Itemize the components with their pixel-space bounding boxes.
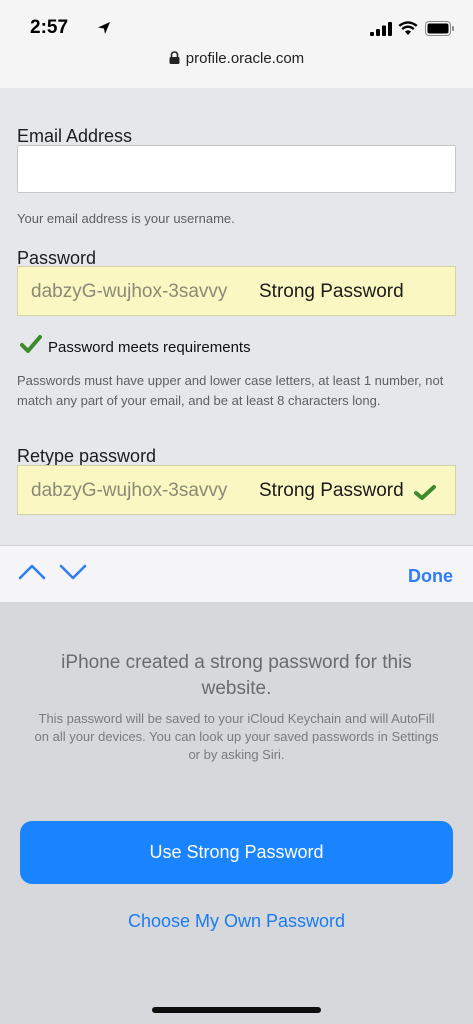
location-arrow-icon xyxy=(98,22,110,34)
password-help-text: Passwords must have upper and lower case… xyxy=(17,373,444,408)
checkmark-icon xyxy=(20,335,42,353)
password-value: dabzyG-wujhox-3savvy xyxy=(31,281,228,302)
retype-password-value: dabzyG-wujhox-3savvy xyxy=(31,480,228,501)
password-field[interactable]: dabzyG-wujhox-3savvy Strong Password xyxy=(17,266,456,316)
suggestion-title: iPhone created a strong password for thi… xyxy=(61,652,412,699)
email-label: Email Address xyxy=(17,126,133,146)
status-bar: 2:57 profile.oracle.com xyxy=(0,0,473,88)
done-button[interactable]: Done xyxy=(408,566,453,587)
email-field[interactable] xyxy=(17,145,456,193)
password-suggestion-sheet: iPhone created a strong password for thi… xyxy=(0,602,473,1024)
previous-field-icon[interactable] xyxy=(18,563,46,581)
retype-password-label: Retype password xyxy=(17,446,157,466)
use-strong-password-button[interactable]: Use Strong Password xyxy=(20,821,453,884)
retype-password-field[interactable]: dabzyG-wujhox-3savvy Strong Password xyxy=(17,465,456,515)
battery-icon xyxy=(425,21,454,36)
requirements-met-text: Password meets requirements xyxy=(48,339,251,356)
url-text: profile.oracle.com xyxy=(185,50,305,67)
home-indicator[interactable] xyxy=(152,1007,321,1013)
address-bar[interactable]: profile.oracle.com xyxy=(0,50,473,72)
status-time: 2:57 xyxy=(30,17,69,38)
email-help-text: Your email address is your username. xyxy=(17,211,235,226)
choose-own-password-button[interactable]: Choose My Own Password xyxy=(0,911,473,932)
password-strength-label: Strong Password xyxy=(259,281,404,302)
checkmark-icon xyxy=(414,485,436,500)
cellular-signal-icon xyxy=(370,22,392,36)
wifi-icon xyxy=(398,21,418,35)
retype-strength-label: Strong Password xyxy=(259,480,404,501)
suggestion-description: This password will be saved to your iClo… xyxy=(34,711,439,762)
keyboard-accessory-bar: Done xyxy=(0,545,473,602)
lock-icon xyxy=(169,51,180,64)
next-field-icon[interactable] xyxy=(59,563,87,581)
web-page: Email Address Your email address is your… xyxy=(0,88,473,545)
